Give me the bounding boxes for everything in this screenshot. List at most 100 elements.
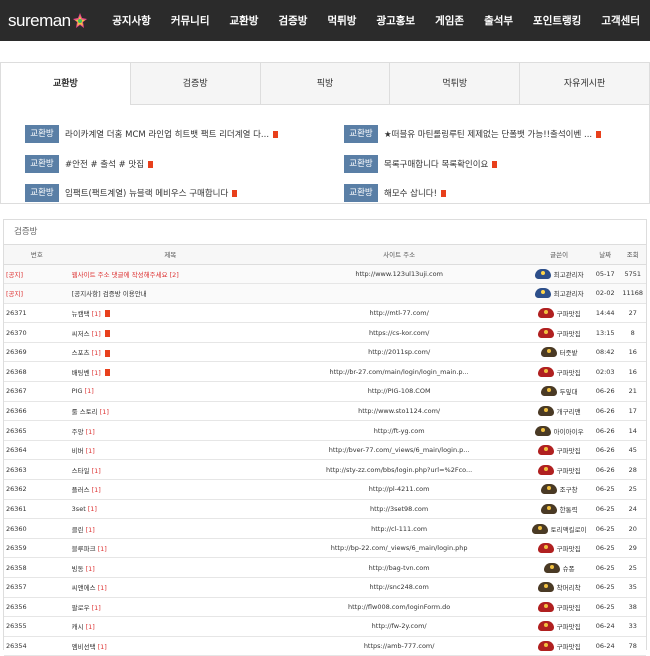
site-url[interactable]: http://bp-22.com/_views/6_main/login.php (270, 538, 528, 559)
subject-text[interactable]: [공지사항] 검증방 이용안내 (72, 290, 147, 298)
writer-cell[interactable]: 구파맛집 (527, 616, 591, 637)
writer-cell[interactable]: 구파맛집 (527, 459, 591, 481)
nav-item[interactable]: 게임존 (425, 13, 474, 28)
site-url[interactable]: http://br-27.com/main/login/login_main.p… (270, 361, 528, 383)
writer[interactable]: 구파맛집 (527, 327, 591, 338)
table-row[interactable]: 26367 PIG [1] http://PIG-108.COM 두잎대 06-26 21 (4, 381, 646, 402)
writer[interactable]: 한통력 (527, 503, 591, 514)
subject-cell[interactable]: 씨저스 [1] (69, 322, 271, 343)
site-logo[interactable]: sureman (8, 11, 102, 31)
nav-item[interactable]: 교환방 (219, 13, 268, 28)
subject-cell[interactable]: 캐시 [1] (69, 616, 271, 637)
writer[interactable]: 개구리맨 (527, 405, 591, 416)
table-row[interactable]: 26363 스타일 [1] http://sty-zz.com/bbs/login.p… (4, 459, 646, 481)
subject-text[interactable]: 배팅벤 (72, 369, 90, 377)
table-row[interactable]: 26361 3set [1] http://3set98.com 한통력 06-25 24 (4, 499, 646, 520)
subject-cell[interactable]: 스포츠 [1] (69, 342, 271, 363)
subject-text[interactable]: 룰 스토리 (72, 408, 98, 416)
writer[interactable]: 구파맛집 (527, 307, 591, 318)
tab-item[interactable]: 자유게시판 (520, 63, 649, 105)
writer-cell[interactable]: 구파맛집 (527, 361, 591, 383)
table-row[interactable]: 26356 팔로우 [1] http://flw008.com/loginForm.d… (4, 597, 646, 618)
writer[interactable]: 터줏밭 (527, 347, 591, 358)
subject-text[interactable]: 스타일 (72, 467, 90, 475)
writer[interactable]: 구파맛집 (527, 366, 591, 377)
site-url[interactable]: http://fw-2y.com/ (270, 616, 528, 637)
subject-cell[interactable]: 스타일 [1] (69, 459, 271, 481)
tab-item[interactable]: 교환방 (1, 63, 131, 105)
site-url[interactable]: http://www.123ul13uji.com (270, 264, 528, 285)
subject-text[interactable]: 3set (72, 505, 86, 513)
nav-item[interactable]: 출석부 (474, 13, 523, 28)
table-row[interactable]: 26368 배팅벤 [1] http://br-27.com/main/login/l… (4, 361, 646, 383)
writer-cell[interactable]: 착머리착 (527, 577, 591, 598)
nav-item[interactable]: 광고홍보 (366, 13, 425, 28)
writer[interactable]: 구파맛집 (527, 601, 591, 612)
writer-cell[interactable]: 최고관리자 (527, 264, 591, 285)
subject-cell[interactable]: 비버 [1] (69, 440, 271, 461)
subject-cell[interactable]: 뉴캠택 [1] (69, 303, 271, 324)
site-url[interactable]: https://cs-kor.com/ (270, 322, 528, 343)
writer-cell[interactable]: 구파맛집 (527, 636, 591, 656)
table-row[interactable]: 26366 룰 스토리 [1] http://www.sto1124.com/개구리맨… (4, 401, 646, 422)
writer[interactable]: 구파맛집 (527, 464, 591, 475)
subject-text[interactable]: 블루파크 (72, 545, 96, 553)
subject-cell[interactable]: 팔로우 [1] (69, 597, 271, 618)
subject-cell[interactable]: 씨앤에스 [1] (69, 577, 271, 598)
nav-item[interactable]: 고객센터 (591, 13, 650, 28)
table-row[interactable]: 26355 캐시 [1] http://fw-2y.com/구파맛집 06-24 33 (4, 616, 646, 637)
subject-text[interactable]: 스포츠 (72, 349, 90, 357)
nav-item[interactable]: 포인트랭킹 (523, 13, 591, 28)
site-url[interactable]: http://sty-zz.com/bbs/login.php?url=%2Fc… (270, 459, 528, 481)
writer-cell[interactable]: 슈퐁 (527, 557, 591, 578)
subject-text[interactable]: 캐시 (72, 623, 84, 631)
subject-text[interactable]: 팔로우 (72, 604, 90, 612)
site-url[interactable]: http://pl-4211.com (270, 479, 528, 500)
subject-text[interactable]: PIG (72, 387, 83, 395)
writer-cell[interactable]: 구파맛집 (527, 303, 591, 324)
writer-cell[interactable]: 구파맛집 (527, 538, 591, 559)
table-row[interactable]: 26362 플러스 [1] http://pl-4211.com 조구창 06-25 25 (4, 479, 646, 500)
writer[interactable]: 슈퐁 (527, 562, 591, 573)
writer-cell[interactable]: 조구창 (527, 479, 591, 500)
writer-cell[interactable]: 구파맛집 (527, 597, 591, 618)
writer[interactable]: 토리맥킬로이 (527, 523, 591, 534)
recent-post-item[interactable]: 교환방 #안전 # 출석 # 맛집 (25, 155, 154, 173)
writer-cell[interactable]: 개구리맨 (527, 401, 591, 422)
subject-cell[interactable]: 3set [1] (69, 499, 271, 520)
writer[interactable]: 구파맛집 (527, 445, 591, 456)
subject-cell[interactable]: 배팅벤 [1] (69, 361, 271, 383)
writer[interactable]: 최고관리자 (527, 268, 591, 279)
recent-post-item[interactable]: 교환방 라이카계열 더홈 MCM 라인업 히트뱃 팩트 리더계열 다... (25, 125, 279, 143)
writer[interactable]: 착머리착 (527, 582, 591, 593)
recent-post-item[interactable]: 교환방 ★떠블유 마틴롤링루틴 제제없는 단폴뱃 가능!!출석이벤 ... (344, 125, 602, 143)
writer-cell[interactable]: 최고관리자 (527, 283, 591, 304)
subject-text[interactable]: 클린 (72, 526, 84, 534)
table-row[interactable]: 26360 클린 [1] http://cl-111.com 토리맥킬로이 06-25 20 (4, 518, 646, 539)
subject-cell[interactable]: 블루파크 [1] (69, 538, 271, 559)
table-row[interactable]: 26359 블루파크 [1] http://bp-22.com/_views/6_ma… (4, 538, 646, 559)
subject-cell[interactable]: PIG [1] (69, 381, 271, 402)
writer-cell[interactable]: 아이아이우 (527, 420, 591, 441)
writer-cell[interactable]: 구파맛집 (527, 440, 591, 461)
subject-text[interactable]: 비버 (72, 447, 84, 455)
subject-cell[interactable]: [공지사항] 검증방 이용안내 (69, 283, 271, 304)
site-url[interactable]: http://cl-111.com (270, 518, 528, 539)
nav-item[interactable]: 검증방 (268, 13, 317, 28)
subject-text[interactable]: 빙동 (72, 565, 84, 573)
table-row[interactable]: [공지] 웹사이트 주소 댓글에 작성해주세요 [2] http://www.123u… (4, 264, 646, 285)
table-row[interactable]: 26358 빙동 [1] http://bag-tvn.com 슈퐁 06-25 25 (4, 557, 646, 578)
table-row[interactable]: 26354 엠비선택 [1] https://amb-777.com/구파맛집 06-2… (4, 636, 646, 656)
subject-text[interactable]: 웹사이트 주소 댓글에 작성해주세요 (72, 271, 168, 279)
subject-cell[interactable]: 플러스 [1] (69, 479, 271, 500)
subject-text[interactable]: 뉴캠택 (72, 310, 90, 318)
site-url[interactable]: http://3set98.com (270, 499, 528, 520)
writer-cell[interactable]: 두잎대 (527, 381, 591, 402)
writer[interactable]: 두잎대 (527, 386, 591, 397)
recent-post-item[interactable]: 교환방 해모수 삽니다! (344, 184, 447, 202)
writer-cell[interactable]: 토리맥킬로이 (527, 518, 591, 539)
subject-text[interactable]: 씨앤에스 (72, 584, 96, 592)
subject-text[interactable]: 씨저스 (72, 330, 90, 338)
nav-item[interactable]: 커뮤니티 (161, 13, 220, 28)
subject-cell[interactable]: 주앙 [1] (69, 420, 271, 441)
